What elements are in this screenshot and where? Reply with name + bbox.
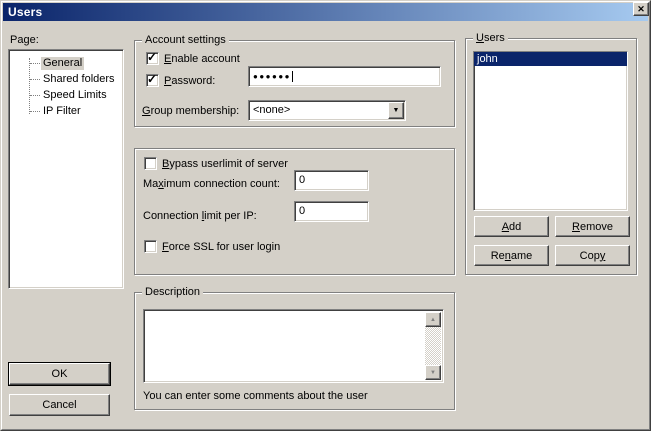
password-label[interactable]: Password: (164, 75, 215, 88)
page-list: General Shared folders Speed Limits IP F… (8, 49, 124, 289)
max-connection-input[interactable]: 0 (294, 170, 369, 191)
remove-user-button[interactable]: Remove (555, 216, 630, 237)
tree-item-shared-folders[interactable]: Shared folders (11, 71, 121, 87)
scroll-down-icon[interactable]: ▼ (425, 365, 441, 380)
enable-account-checkbox[interactable]: ✓ (146, 52, 159, 65)
connection-per-ip-label: Connection limit per IP: (143, 210, 257, 223)
window-title: Users (8, 5, 42, 19)
checkmark-icon: ✓ (147, 72, 157, 86)
max-connection-label: Maximum connection count: (143, 178, 280, 191)
list-item[interactable]: john (474, 52, 627, 66)
page-label: Page: (10, 34, 39, 47)
add-user-button[interactable]: Add (474, 216, 549, 237)
enable-account-label[interactable]: Enable account (164, 53, 240, 66)
description-group: Description ▲ ▼ You can enter some comme… (134, 292, 455, 410)
close-icon[interactable]: ✕ (633, 2, 649, 16)
description-textarea[interactable]: ▲ ▼ (143, 309, 444, 383)
force-ssl-label[interactable]: Force SSL for user login (162, 241, 280, 254)
group-membership-label: Group membership: (142, 105, 239, 118)
users-group: Users john Add Remove Rename Copy (465, 38, 637, 275)
cancel-button[interactable]: Cancel (9, 394, 110, 416)
bypass-userlimit-checkbox[interactable]: ✓ (144, 157, 157, 170)
password-input[interactable]: ●●●●●● (248, 66, 441, 87)
description-hint: You can enter some comments about the us… (143, 390, 368, 403)
checkmark-icon: ✓ (147, 50, 157, 64)
group-membership-select[interactable]: <none> ▼ (248, 100, 406, 121)
tree-item-general[interactable]: General (11, 55, 121, 71)
ok-button[interactable]: OK (9, 363, 110, 385)
text-cursor (292, 71, 293, 82)
users-dialog: Users ✕ Page: General Shared folders Spe… (0, 0, 651, 431)
rename-user-button[interactable]: Rename (474, 245, 549, 266)
description-scrollbar[interactable]: ▲ ▼ (425, 312, 441, 380)
scroll-up-icon[interactable]: ▲ (425, 312, 441, 327)
password-checkbox[interactable]: ✓ (146, 74, 159, 87)
page-tree: General Shared folders Speed Limits IP F… (11, 52, 121, 286)
description-legend: Description (142, 285, 203, 299)
users-legend: Users (473, 31, 508, 45)
connection-per-ip-input[interactable]: 0 (294, 201, 369, 222)
group-membership-value: <none> (253, 104, 290, 116)
tree-item-speed-limits[interactable]: Speed Limits (11, 87, 121, 103)
user-name: john (477, 53, 498, 65)
chevron-down-icon[interactable]: ▼ (388, 102, 404, 119)
copy-user-button[interactable]: Copy (555, 245, 630, 266)
account-settings-legend: Account settings (142, 33, 229, 47)
account-settings-group: Account settings ✓ Enable account ✓ Pass… (134, 40, 455, 127)
bypass-userlimit-label[interactable]: Bypass userlimit of server (162, 158, 288, 171)
titlebar[interactable]: Users (3, 3, 648, 21)
force-ssl-checkbox[interactable]: ✓ (144, 240, 157, 253)
users-list: john (473, 51, 628, 211)
limits-group: ✓ Bypass userlimit of server Maximum con… (134, 148, 455, 275)
tree-item-ip-filter[interactable]: IP Filter (11, 103, 121, 119)
